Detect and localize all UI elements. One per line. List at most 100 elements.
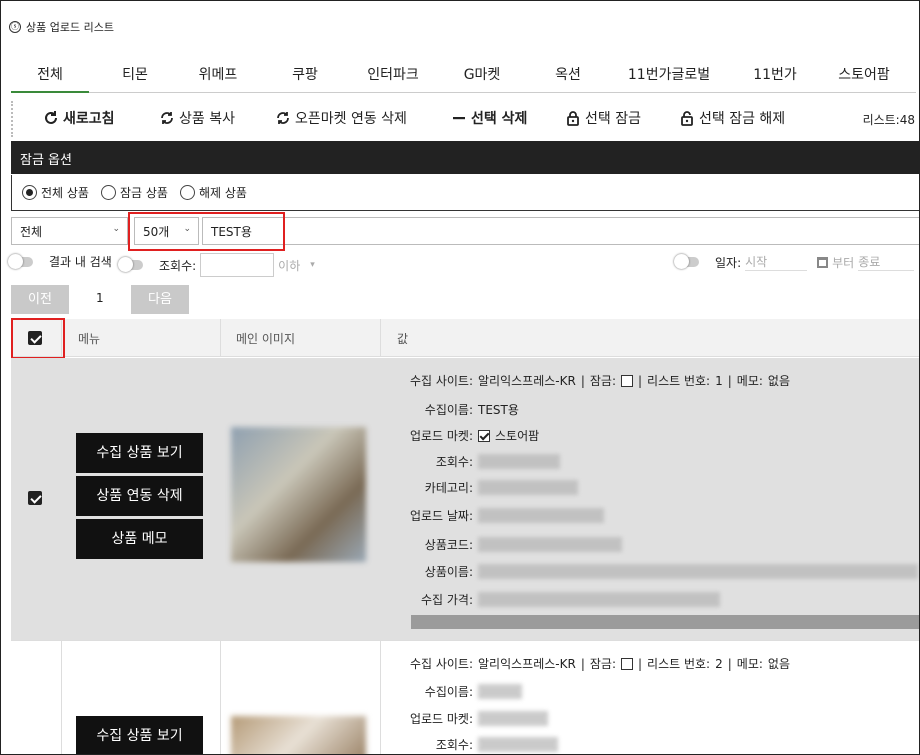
chevron-down-icon: ⌄ [112, 224, 120, 234]
radio-icon [100, 185, 116, 200]
sync-icon [277, 112, 289, 124]
date-toggle[interactable] [674, 254, 699, 269]
view-collected-product-button[interactable]: 수집 상품 보기 [76, 716, 203, 754]
view-collected-product-button[interactable]: 수집 상품 보기 [76, 433, 203, 473]
prev-page-button[interactable]: 이전 [11, 285, 69, 314]
redacted-value [478, 564, 918, 579]
upload-market: 업로드 마켓: [381, 710, 548, 727]
tab-storefarm[interactable]: 스토어팜 [825, 59, 903, 93]
tab-11st-global[interactable]: 11번가글로벌 [614, 59, 724, 93]
views-count: 조회수: [381, 736, 558, 753]
tab-coupang[interactable]: 쿠팡 [266, 59, 344, 93]
radio-icon [179, 185, 195, 200]
separator: | [638, 656, 643, 671]
views-filter: 조회수: 이하 ▾ [118, 253, 315, 277]
current-page: 1 [96, 291, 104, 305]
search-input[interactable]: TEST용 [202, 217, 919, 245]
separator: | [580, 373, 585, 388]
separator: | [638, 373, 643, 388]
tab-interpark[interactable]: 인터파크 [354, 59, 432, 93]
lock-option-unlocked[interactable]: 해제 상품 [179, 184, 247, 201]
product-image[interactable] [231, 427, 366, 562]
app-logo-icon: ⓢ [9, 21, 21, 33]
refresh-icon [45, 111, 57, 124]
minus-icon [453, 117, 465, 120]
column-divider [380, 319, 381, 356]
lock-option-all[interactable]: 전체 상품 [22, 184, 89, 201]
list-count: 리스트:48 [862, 113, 915, 127]
redacted-value [478, 737, 558, 752]
highlight-box [128, 212, 285, 251]
highlight-box [11, 318, 65, 359]
lock-icon [567, 111, 579, 126]
lock-options-header: 잠금 옵션 [11, 141, 919, 174]
date-filter: 일자: 시작 부터 종료 [674, 253, 915, 271]
redacted-value [478, 592, 720, 607]
horizontal-scrollbar[interactable] [411, 615, 919, 629]
search-in-results-toggle[interactable]: 결과 내 검색 [8, 253, 112, 270]
tab-11st[interactable]: 11번가 [736, 59, 814, 93]
tab-tmon[interactable]: 티몬 [96, 59, 174, 93]
date-end-input[interactable]: 종료 [858, 253, 915, 271]
unlock-icon [681, 111, 693, 126]
site-info: 수집 사이트: 알리익스프레스-KR | 잠금: | 리스트 번호: 1 | 메모:… [409, 373, 791, 389]
tab-wemakeprice[interactable]: 위메프 [179, 59, 257, 93]
collect-price: 수집 가격: [381, 591, 720, 608]
lock-checkbox[interactable] [621, 374, 633, 387]
tab-auction[interactable]: 옥션 [529, 59, 607, 93]
calendar-icon[interactable] [817, 256, 829, 268]
toggle-switch [8, 253, 33, 269]
separator: | [580, 656, 585, 671]
market-tabs: 전체 티몬 위메프 쿠팡 인터파크 G마켓 옥션 11번가글로벌 11번가 스토… [11, 59, 916, 93]
next-page-button[interactable]: 다음 [131, 285, 189, 314]
sync-icon [161, 112, 173, 124]
title-bar: ⓢ 상품 업로드 리스트 [9, 19, 114, 35]
copy-product-button[interactable]: 상품 복사 [159, 108, 235, 128]
delete-product-link-button[interactable]: 상품 연동 삭제 [76, 476, 203, 516]
redacted-value [478, 480, 578, 495]
lock-option-locked[interactable]: 잠금 상품 [100, 184, 168, 201]
product-image[interactable] [231, 716, 366, 754]
market-checkbox[interactable] [478, 429, 490, 442]
radio-icon [22, 185, 37, 200]
separator: | [727, 656, 732, 671]
toolbar: 새로고침 상품 복사 오픈마켓 연동 삭제 선택 삭제 선택 잠금 선택 잠금 … [11, 101, 919, 137]
header-value: 값 [397, 332, 409, 346]
product-name: 상품이름: [381, 563, 918, 580]
collect-name: 수집이름: [381, 683, 522, 700]
lock-selected-button[interactable]: 선택 잠금 [565, 108, 641, 128]
refresh-button[interactable]: 새로고침 [43, 108, 115, 128]
redacted-value [478, 537, 622, 552]
tab-gmarket[interactable]: G마켓 [443, 59, 521, 93]
row-checkbox[interactable] [28, 491, 42, 505]
unlock-selected-button[interactable]: 선택 잠금 해제 [679, 108, 785, 128]
app-window: ⓢ 상품 업로드 리스트 전체 티몬 위메프 쿠팡 인터파크 G마켓 옥션 11… [0, 0, 920, 755]
views-toggle[interactable] [118, 257, 143, 272]
site-info: 수집 사이트: 알리익스프레스-KR | 잠금: | 리스트 번호: 2 | 메모:… [409, 656, 791, 672]
table-header: 메뉴 메인 이미지 값 [11, 319, 919, 357]
lock-checkbox[interactable] [621, 657, 633, 670]
header-menu: 메뉴 [78, 332, 101, 346]
delete-selected-button[interactable]: 선택 삭제 [451, 108, 527, 128]
tab-all[interactable]: 전체 [11, 59, 89, 93]
column-divider [61, 641, 62, 754]
redacted-value [478, 508, 604, 523]
redacted-value [478, 711, 548, 726]
collect-name: 수집이름: TEST용 [424, 403, 519, 417]
views-count: 조회수: [381, 453, 560, 470]
redacted-value [478, 684, 522, 699]
views-input[interactable] [200, 253, 275, 277]
upload-market: 업로드 마켓: 스토어팜 [409, 429, 540, 443]
column-divider [220, 641, 221, 754]
unlink-market-button[interactable]: 오픈마켓 연동 삭제 [275, 108, 407, 128]
app-title: 상품 업로드 리스트 [26, 21, 114, 34]
chevron-down-icon[interactable]: ▾ [310, 260, 315, 270]
header-main-image: 메인 이미지 [236, 332, 296, 346]
category-info: 카테고리: [381, 479, 578, 496]
date-start-input[interactable]: 시작 [745, 253, 808, 271]
category-select[interactable]: 전체 ⌄ [11, 217, 128, 245]
product-code: 상품코드: [381, 536, 622, 553]
table-row: 수집 상품 보기 상품 연동 삭제 상품 메모 수집 사이트: 알리익스프레스-… [11, 358, 919, 640]
column-divider [220, 319, 221, 356]
product-memo-button[interactable]: 상품 메모 [76, 519, 203, 559]
